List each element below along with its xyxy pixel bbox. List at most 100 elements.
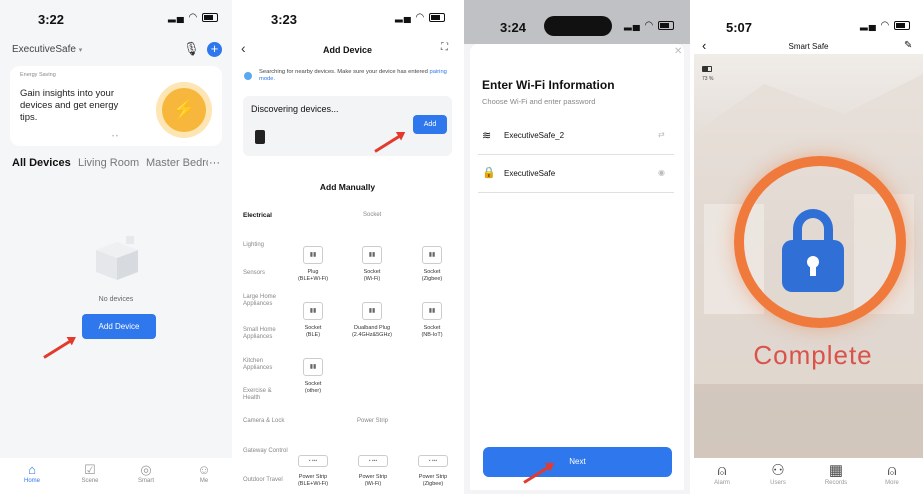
banner-tag: Energy Saving — [20, 72, 56, 78]
device-thumbnail — [255, 130, 265, 144]
category-electrical[interactable]: Electrical — [243, 212, 272, 219]
power-strip-icon: ▪ ▪▪▪ — [298, 455, 328, 467]
annotation-arrow — [43, 338, 74, 359]
password-value: ExecutiveSafe — [504, 169, 556, 178]
carousel-dots: • • — [112, 134, 118, 140]
microphone-icon[interactable]: 🎙 — [183, 41, 200, 57]
category-large-appliances[interactable]: Large Home Appliances — [243, 294, 289, 308]
nav-scene-label: Scene — [81, 478, 99, 484]
category-lighting[interactable]: Lighting — [243, 242, 289, 249]
smart-icon: ◎ — [140, 462, 152, 477]
status-time: 5:07 — [726, 20, 753, 35]
category-sensors[interactable]: Sensors — [243, 270, 289, 277]
home-name: ExecutiveSafe — [12, 44, 76, 55]
device-name: Socket — [423, 269, 441, 275]
discovering-label: Discovering devices... — [251, 104, 339, 114]
page-title: Smart Safe — [788, 42, 829, 51]
divider — [478, 192, 674, 193]
device-name: Power Strip — [358, 474, 388, 480]
nav-smart[interactable]: ◎ Smart — [128, 462, 164, 484]
nav-users[interactable]: ⚇ Users — [758, 462, 798, 486]
bluetooth-icon — [244, 72, 252, 80]
wifi-screen: 3:24 ▂▄ ◠ ✕ Enter Wi-Fi Information Choo… — [464, 0, 690, 494]
nav-scene[interactable]: ☑ Scene — [72, 462, 108, 484]
category-small-appliances[interactable]: Small Home Appliances — [243, 327, 289, 341]
switch-network-icon[interactable]: ⇄ — [658, 130, 665, 139]
next-button[interactable]: Next — [483, 447, 672, 477]
searching-text: Searching for nearby devices. Make sure … — [259, 69, 451, 83]
power-strip-icon: ▪ ▪▪▪ — [358, 455, 388, 467]
chevron-down-icon: ▾ — [78, 47, 83, 54]
device-sub: (Zigbee) — [422, 481, 444, 487]
wifi-sheet — [470, 44, 684, 490]
status-time: 3:23 — [271, 12, 298, 27]
status-bar: 5:07 ▂▄ ◠ — [694, 0, 923, 35]
close-icon[interactable]: ✕ — [674, 46, 682, 57]
device-name: Socket — [423, 325, 441, 331]
device-plug-ble-wifi[interactable]: Plug (BLE+Wi-Fi) — [288, 269, 338, 283]
nav-me-label: Me — [199, 478, 209, 484]
device-strip-ble-wifi[interactable]: Power Strip (BLE+Wi-Fi) — [288, 474, 338, 488]
device-sub: (other) — [304, 388, 322, 394]
device-sub: (BLE) — [305, 332, 321, 338]
tab-all-devices[interactable]: All Devices — [12, 157, 71, 169]
device-name: Power Strip — [418, 474, 448, 480]
home-selector[interactable]: ExecutiveSafe ▾ — [12, 44, 82, 55]
tab-master-bedroom[interactable]: Master Bedroo — [146, 157, 208, 169]
status-bar: 3:24 ▂▄ ◠ — [464, 0, 690, 44]
socket-icon: ▮▮ — [362, 246, 382, 264]
category-kitchen[interactable]: Kitchen Appliances — [243, 358, 289, 372]
device-name: Socket — [304, 381, 322, 387]
device-name: Socket — [363, 269, 381, 275]
nav-users-label: Users — [770, 480, 786, 486]
add-button[interactable]: Add — [413, 115, 447, 134]
tab-living-room[interactable]: Living Room — [78, 157, 139, 169]
device-sub: (NB-IoT) — [421, 332, 443, 338]
status-time: 3:24 — [500, 20, 527, 35]
add-manually-heading: Add Manually — [319, 182, 376, 192]
nav-more[interactable]: ⍝ More — [872, 462, 912, 486]
device-socket-other[interactable]: Socket (other) — [288, 381, 338, 395]
nav-home[interactable]: ⌂ Home — [14, 462, 50, 484]
edit-icon[interactable]: ✎ — [904, 40, 912, 51]
device-dualband-plug[interactable]: Dualband Plug (2.4GHz&5GHz) — [347, 325, 397, 339]
socket-icon: ▮▮ — [422, 302, 442, 320]
device-socket-ble[interactable]: Socket (BLE) — [288, 325, 338, 339]
more-icon: ⍝ — [887, 462, 897, 479]
device-socket-zigbee[interactable]: Socket (Zigbee) — [407, 269, 457, 283]
more-tabs-icon[interactable]: ··· — [209, 157, 220, 169]
scan-icon[interactable]: ⛶ — [441, 42, 448, 53]
status-icons: ▂▄ ◠ — [395, 12, 446, 23]
device-socket-nbiot[interactable]: Socket (NB-IoT) — [407, 325, 457, 339]
category-exercise[interactable]: Exercise & Health — [243, 388, 289, 402]
nav-alarm[interactable]: ⍝ Alarm — [702, 462, 742, 486]
device-sub: (Wi-Fi) — [363, 276, 381, 282]
users-icon: ⚇ — [771, 462, 785, 479]
device-name: Socket — [304, 325, 322, 331]
device-strip-zigbee[interactable]: Power Strip (Zigbee) — [408, 474, 458, 488]
category-camera-lock[interactable]: Camera & Lock — [243, 418, 289, 425]
device-strip-wifi[interactable]: Power Strip (Wi-Fi) — [348, 474, 398, 488]
device-sub: (BLE+Wi-Fi) — [297, 481, 329, 487]
nav-me[interactable]: ☺ Me — [186, 462, 222, 484]
wifi-title: Enter Wi-Fi Information — [482, 78, 615, 92]
keyhole-stem — [810, 264, 816, 276]
empty-box-icon — [96, 236, 138, 280]
device-sub: (BLE+Wi-Fi) — [297, 276, 329, 282]
status-icons: ▂▄ ◠ — [624, 20, 675, 31]
nav-alarm-label: Alarm — [714, 480, 730, 486]
battery-level-icon — [702, 66, 712, 72]
eye-icon[interactable]: ◉ — [658, 168, 665, 177]
banner-text: Gain insights into your devices and get … — [20, 88, 119, 123]
status-icons: ▂▄ ◠ — [860, 20, 911, 31]
wifi-network-name: ExecutiveSafe_2 — [504, 131, 565, 140]
searching-message: Searching for nearby devices. Make sure … — [259, 69, 428, 75]
category-gateway[interactable]: Gateway Control — [243, 448, 289, 455]
status-bar: 3:22 ▂▄ ◠ — [0, 0, 232, 34]
category-outdoor[interactable]: Outdoor Travel — [243, 477, 289, 484]
add-icon[interactable]: + — [207, 42, 222, 57]
device-socket-wifi[interactable]: Socket (Wi-Fi) — [347, 269, 397, 283]
device-sub: (2.4GHz&5GHz) — [351, 332, 393, 338]
add-device-button[interactable]: Add Device — [82, 314, 156, 339]
nav-records[interactable]: ▦ Records — [816, 462, 856, 486]
